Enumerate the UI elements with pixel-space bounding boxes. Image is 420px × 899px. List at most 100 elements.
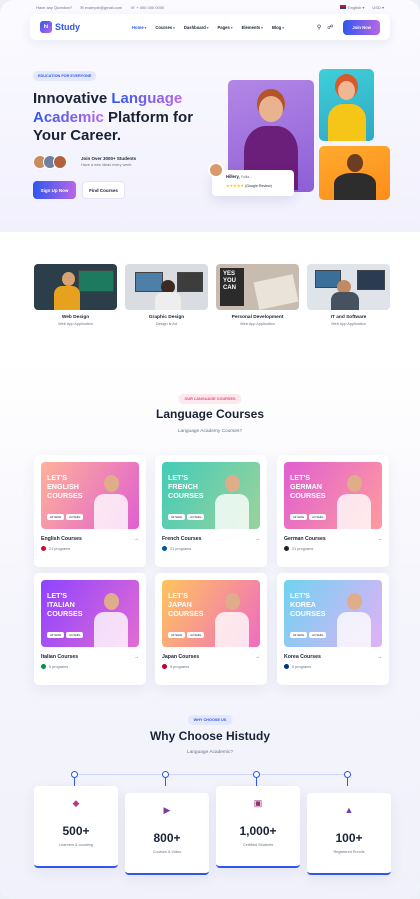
email-link[interactable]: ✉ example@gmail.com (80, 5, 122, 10)
rating-stars: ★★★★★ (Google Review) (226, 183, 289, 188)
category-card[interactable]: Web Design Web App Application (34, 264, 117, 326)
course-name-text[interactable]: English Courses (41, 536, 82, 542)
instructor-figure (93, 471, 129, 529)
course-banner-text: LET'S ENGLISH COURSES (47, 473, 83, 500)
course-tag: All Skills (290, 632, 308, 638)
course-tags: All Skills All Skills (47, 632, 84, 638)
flag-icon (284, 664, 289, 669)
woman-figure (327, 79, 367, 141)
search-icon[interactable]: ⚲ (317, 24, 321, 31)
arrow-right-icon[interactable]: → (134, 654, 139, 660)
main-nav: hi Study Home Courses Dashboard Pages El… (30, 14, 390, 40)
timeline-dot (253, 771, 260, 778)
arrow-right-icon[interactable]: → (377, 536, 382, 542)
course-name-text[interactable]: Japan Courses (162, 654, 199, 660)
head (224, 593, 240, 610)
certificate-icon: ▣ (253, 797, 263, 808)
category-title: Web Design (61, 315, 90, 320)
course-image: LET'S GERMAN COURSES All Skills All Skills (284, 462, 382, 529)
why-subtitle: Language Academic? (186, 750, 234, 755)
logo[interactable]: hi Study (40, 21, 80, 33)
nav-courses[interactable]: Courses (155, 25, 175, 30)
course-tags: All Skills All Skills (168, 632, 205, 638)
join-now-button[interactable]: Join Now (343, 19, 380, 35)
body (215, 494, 249, 529)
phone-text: + 000 000 0000 (136, 4, 165, 10)
course-banner-language: KOREA (290, 600, 316, 609)
nav-home[interactable]: Home (132, 25, 146, 30)
currency-select[interactable]: USD ▾ (372, 5, 384, 10)
language-select[interactable]: English ▾ (340, 5, 364, 10)
review-card: Hillery, Fullla... ★★★★★ (Google Review) (208, 162, 294, 196)
course-card[interactable]: LET'S KOREA COURSES All Skills All Skills Kor… (277, 573, 389, 685)
sign-up-button[interactable]: Sign Up Now (33, 181, 76, 199)
course-tag: All Skills (168, 514, 186, 520)
course-card[interactable]: LET'S JAPAN COURSES All Skills All Skills Jap… (155, 573, 267, 685)
course-card[interactable]: LET'S FRENCH COURSES All Skills All Skills Fr… (155, 455, 267, 567)
course-card[interactable]: LET'S GERMAN COURSES All Skills All Skills Ge… (277, 455, 389, 567)
head (103, 593, 119, 610)
course-programs: 21 programs (284, 546, 382, 551)
nav-menu: Home Courses Dashboard Pages Elements Bl… (132, 25, 284, 30)
arrow-right-icon[interactable]: → (255, 654, 260, 660)
cart-icon[interactable]: ☍ (327, 24, 333, 31)
stat-label: Courses & Video (152, 850, 182, 854)
courses-title: Language Courses (155, 407, 265, 421)
stat-label: Certified Students (242, 843, 274, 847)
programs-count: 5 programs (292, 664, 312, 669)
arrow-right-icon[interactable]: → (134, 536, 139, 542)
nav-blog[interactable]: Blog (272, 25, 284, 30)
logo-text: Study (55, 22, 81, 32)
course-tags: All Skills All Skills (290, 632, 327, 638)
flag-icon (41, 664, 46, 669)
course-name-text[interactable]: French Courses (162, 536, 202, 542)
course-name: Korea Courses → (284, 654, 382, 660)
arrow-right-icon[interactable]: → (255, 536, 260, 542)
course-banner-lets: LET'S (290, 591, 311, 600)
course-name-text[interactable]: Italian Courses (41, 654, 78, 660)
courses-subtitle: Language Academy Courses? (177, 429, 243, 434)
category-card[interactable]: Graphic Design Design is Art (125, 264, 208, 326)
find-courses-button[interactable]: Find Courses (82, 181, 125, 199)
phone-link[interactable]: ☏ + 000 000 0000 (130, 5, 164, 10)
course-programs: 5 programs (41, 664, 139, 669)
category-image (307, 264, 390, 310)
students-info: Join Over 3000+ Students Have a new idea… (81, 156, 136, 167)
nav-dashboard[interactable]: Dashboard (184, 25, 209, 30)
course-name-text[interactable]: German Courses (284, 536, 326, 542)
course-card[interactable]: LET'S ITALIAN COURSES All Skills All Skills I… (34, 573, 146, 685)
head (259, 96, 283, 122)
course-banner-language: ENGLISH (47, 482, 79, 491)
instructor-figure (93, 589, 129, 647)
course-programs: 5 programs (284, 664, 382, 669)
monitor (135, 272, 163, 292)
programs-count: 5 programs (49, 664, 69, 669)
hero-title: Innovative Language Academic Platform for… (33, 90, 208, 146)
category-card[interactable]: IT and Software Web App Application (307, 264, 390, 326)
course-tag: All Skills (47, 514, 65, 520)
instructor-figure (336, 471, 372, 529)
body (215, 612, 249, 647)
person-body (155, 292, 181, 310)
course-banner-word: COURSES (290, 609, 326, 618)
nav-elements[interactable]: Elements (242, 25, 263, 30)
nav-pages[interactable]: Pages (218, 25, 233, 30)
currency-value: USD (372, 4, 381, 10)
category-title: Graphic Design (148, 315, 185, 320)
timeline-stem (74, 778, 75, 786)
arrow-right-icon[interactable]: → (377, 654, 382, 660)
course-banner-text: LET'S KOREA COURSES (290, 591, 326, 618)
flag-icon (162, 546, 167, 551)
man-figure (332, 154, 378, 200)
category-card[interactable]: YES YOU CAN Personal Development Web App A… (216, 264, 299, 326)
course-tag: All Skills (66, 632, 84, 638)
instructor-figure (214, 589, 250, 647)
course-name: English Courses → (41, 536, 139, 542)
course-banner-text: LET'S ITALIAN COURSES (47, 591, 83, 618)
hero-badge: EDUCATION FOR EVERYONE (33, 71, 97, 81)
course-name-text[interactable]: Korea Courses (284, 654, 321, 660)
course-name: French Courses → (162, 536, 260, 542)
course-image: LET'S ITALIAN COURSES All Skills All Skills (41, 580, 139, 647)
course-banner-lets: LET'S (168, 591, 189, 600)
course-card[interactable]: LET'S ENGLISH COURSES All Skills All Skills E… (34, 455, 146, 567)
